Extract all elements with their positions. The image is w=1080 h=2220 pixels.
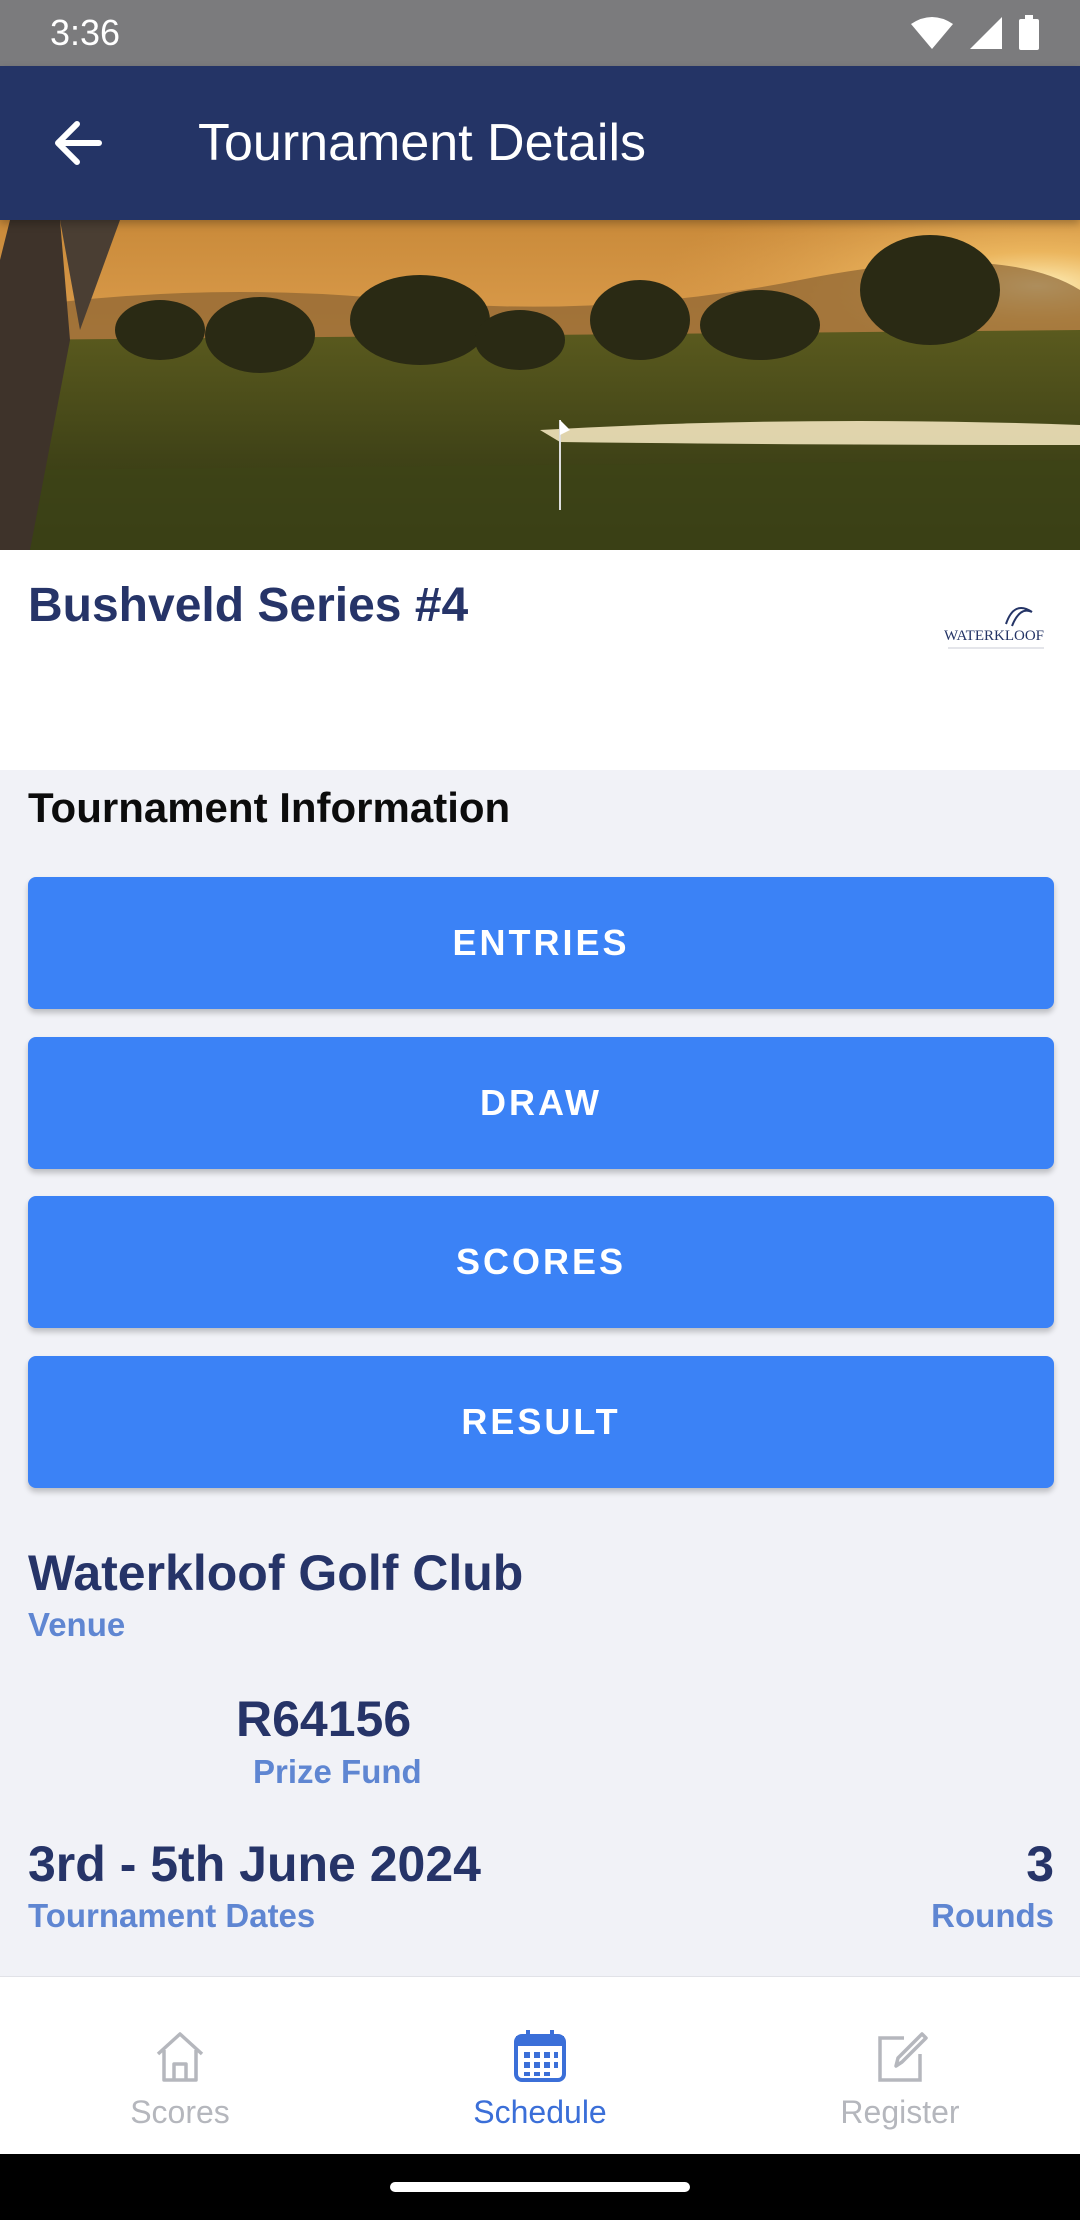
tournament-dates-label: Tournament Dates [28,1897,316,1934]
nav-divider [0,1976,1080,2000]
nav-item-scores[interactable]: Scores [0,2000,360,2154]
bottom-navigation: Scores Schedule Register [0,2000,1080,2154]
svg-text:WATERKLOOF: WATERKLOOF [944,628,1044,644]
page-title: Tournament Details [198,114,646,172]
calendar-icon [514,2030,566,2082]
prize-fund-value: R64156 [236,1691,412,1747]
edit-icon [878,2032,928,2082]
rounds-label: Rounds [931,1897,1054,1934]
wifi-icon [911,17,953,49]
prize-fund-label: Prize Fund [253,1753,422,1790]
rounds-value: 3 [1026,1836,1054,1892]
club-logo: WATERKLOOF [944,596,1054,676]
venue-label: Venue [28,1606,126,1643]
tournament-name: Bushveld Series #4 [28,579,469,632]
back-button[interactable] [0,66,154,220]
system-gesture-bar [0,2154,1080,2220]
status-bar: 3:36 [0,0,1080,66]
nav-label-register: Register [840,2094,960,2130]
status-icons [910,15,1040,51]
draw-button[interactable]: DRAW [28,1037,1054,1169]
tournament-header-card: Bushveld Series #4 WATERKLOOF [0,550,1080,770]
nav-label-schedule: Schedule [473,2094,607,2130]
arrow-left-icon [55,121,102,165]
entries-button[interactable]: ENTRIES [28,877,1054,1009]
tournament-dates-value: 3rd - 5th June 2024 [28,1836,481,1892]
scores-button[interactable]: SCORES [28,1196,1054,1328]
section-title: Tournament Information [28,784,511,831]
home-gesture-handle[interactable] [390,2182,690,2192]
nav-label-scores: Scores [130,2094,230,2130]
result-button[interactable]: RESULT [28,1356,1054,1488]
nav-item-schedule[interactable]: Schedule [360,2000,720,2154]
signal-icon [970,17,1002,49]
battery-icon [1019,15,1039,50]
tournament-banner-image [0,220,1080,550]
nav-item-register[interactable]: Register [720,2000,1080,2154]
app-bar: Tournament Details [0,66,1080,220]
home-icon [156,2032,204,2082]
status-time: 3:36 [50,12,121,53]
venue-value: Waterkloof Golf Club [28,1545,524,1601]
